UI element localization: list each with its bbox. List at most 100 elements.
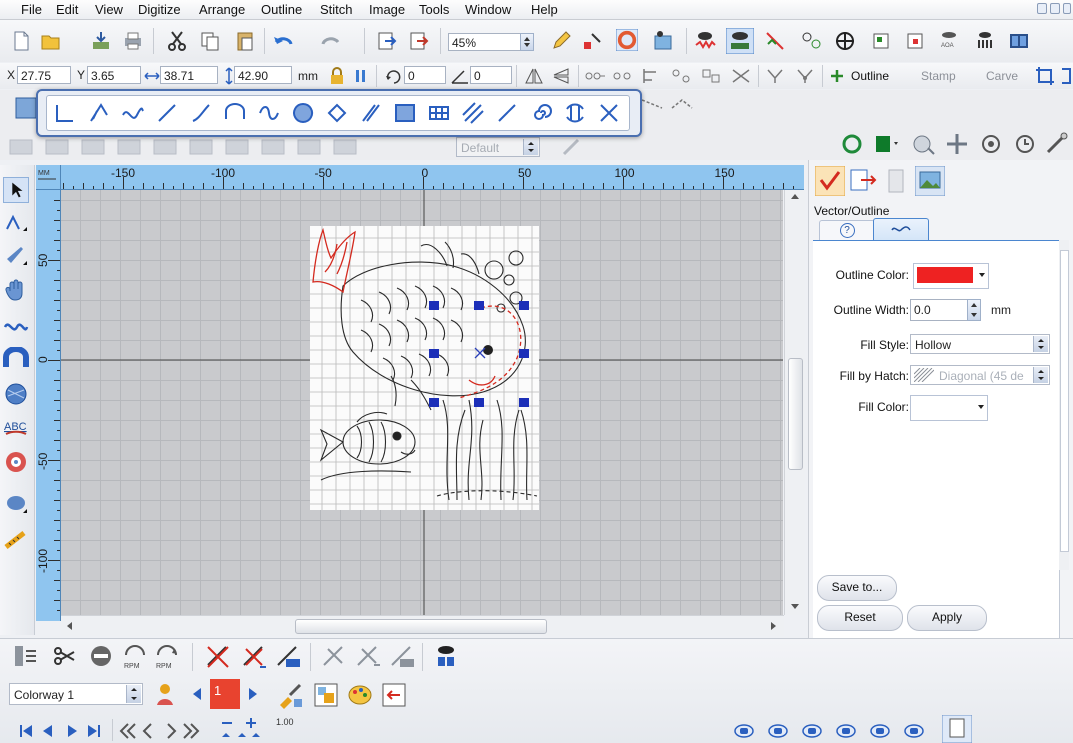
circle-shape-icon[interactable]	[840, 132, 864, 156]
frame-icon[interactable]	[870, 30, 892, 52]
branch-icon[interactable]	[764, 67, 786, 85]
hoop-icon[interactable]	[904, 30, 926, 52]
group-icon[interactable]	[584, 67, 606, 85]
magic-wand-icon[interactable]	[14, 96, 38, 120]
document-tab-icon[interactable]	[885, 168, 907, 194]
pencil-icon[interactable]	[550, 30, 572, 52]
select-arrow-icon[interactable]	[3, 177, 29, 203]
colorway-dropdown[interactable]: Colorway 1	[9, 683, 143, 705]
apply-button[interactable]: Apply	[907, 605, 987, 631]
panel-scroll-thumb[interactable]	[1060, 250, 1069, 552]
rpm-down-icon[interactable]: RPM	[122, 641, 148, 671]
mirror-horizontal-icon[interactable]	[524, 67, 544, 85]
horizontal-scrollbar[interactable]	[61, 615, 784, 636]
stitch-tool-icon[interactable]	[764, 30, 786, 52]
y-position-field[interactable]: 3.65	[87, 66, 141, 84]
wave-tool-icon[interactable]	[3, 313, 29, 339]
menu-image[interactable]: Image	[369, 2, 405, 17]
lock-icon[interactable]	[328, 66, 346, 86]
corner-icon[interactable]	[325, 101, 349, 125]
running-line-icon[interactable]	[189, 101, 213, 125]
split-stitch-icon[interactable]	[320, 643, 348, 671]
satin-path-icon[interactable]	[257, 101, 281, 125]
new-file-icon[interactable]	[10, 30, 32, 52]
design-canvas[interactable]	[61, 190, 783, 615]
object-navigation-icons[interactable]	[732, 721, 932, 741]
menu-help[interactable]: Help	[531, 2, 558, 17]
panel-scrollbar[interactable]	[1059, 240, 1069, 570]
spiral-icon[interactable]	[529, 101, 553, 125]
menu-file[interactable]: File	[21, 2, 42, 17]
view-sequence-icon[interactable]	[432, 643, 460, 671]
export-icon[interactable]	[408, 30, 430, 52]
color-sequence-icon[interactable]	[312, 681, 340, 709]
horizontal-scroll-thumb[interactable]	[295, 619, 547, 634]
save-to-button[interactable]: Save to...	[817, 575, 897, 601]
curve-icon[interactable]	[121, 101, 145, 125]
steps-icon[interactable]	[495, 101, 519, 125]
object-properties-tab-icon[interactable]	[849, 168, 877, 194]
trim-scissors-icon[interactable]	[52, 643, 78, 669]
crop-icon[interactable]	[1034, 65, 1056, 87]
pause-icon[interactable]	[354, 68, 368, 84]
fill-color-icon[interactable]	[872, 132, 902, 156]
next-color-icon[interactable]	[249, 688, 257, 700]
reshape-icon[interactable]	[3, 209, 29, 235]
paste-icon[interactable]	[234, 30, 256, 52]
restore-icon[interactable]	[1050, 3, 1060, 14]
undo-icon[interactable]	[272, 30, 294, 52]
shape-tool-icon[interactable]	[3, 491, 29, 517]
ruler-corner[interactable]: MM	[36, 165, 61, 190]
menu-view[interactable]: View	[95, 2, 123, 17]
playback-controls[interactable]	[16, 721, 116, 741]
menu-stitch[interactable]: Stitch	[320, 2, 353, 17]
knife-icon[interactable]	[3, 243, 29, 269]
fill-hatch-dropdown[interactable]: Diagonal (45 de	[910, 365, 1050, 385]
globe-tool-icon[interactable]	[910, 132, 938, 156]
remove-jumps-icon[interactable]	[240, 643, 268, 671]
outline-tab[interactable]	[873, 218, 929, 241]
prev-color-icon[interactable]	[193, 688, 201, 700]
column-icon[interactable]	[223, 101, 247, 125]
rotate-field[interactable]: 0	[404, 66, 446, 84]
rpm-up-icon[interactable]: RPM	[154, 641, 180, 671]
redo-icon[interactable]	[320, 30, 342, 52]
import-icon[interactable]	[90, 30, 112, 52]
pan-hand-icon[interactable]	[3, 277, 29, 303]
break-apart-icon[interactable]	[670, 67, 692, 85]
closed-line-icon[interactable]	[87, 101, 111, 125]
open-folder-icon[interactable]	[40, 30, 62, 52]
color-export-icon[interactable]	[380, 681, 408, 709]
column-tool-icon[interactable]	[3, 347, 29, 373]
window-layout-icon[interactable]	[1008, 30, 1030, 52]
straight-line-icon[interactable]	[155, 101, 179, 125]
scatter-icon[interactable]	[730, 67, 752, 85]
scroll-left-icon[interactable]	[67, 622, 72, 630]
text-abc-icon[interactable]: ABC	[3, 415, 29, 441]
crosshair-icon[interactable]	[834, 30, 856, 52]
color-brush-icon[interactable]	[276, 681, 304, 709]
complex-fill-icon[interactable]	[393, 101, 417, 125]
height-field[interactable]: 42.90	[234, 66, 292, 84]
target-icon[interactable]	[978, 132, 1004, 156]
hatch-icon[interactable]	[461, 101, 485, 125]
realistic-view-icon[interactable]	[726, 28, 754, 54]
send-to-machine-icon[interactable]	[376, 30, 398, 52]
checkmark-tab-icon[interactable]	[815, 166, 845, 196]
eye-view-icon[interactable]: AOA	[938, 28, 960, 50]
menu-window[interactable]: Window	[465, 2, 511, 17]
more-icon[interactable]	[1060, 65, 1072, 87]
stitch-edit-icon[interactable]	[388, 643, 416, 671]
photo-icon[interactable]	[652, 30, 674, 52]
style-dropdown[interactable]: Default	[456, 137, 540, 157]
zoom-field[interactable]: 45%	[448, 33, 526, 51]
align-nodes-icon[interactable]	[640, 67, 662, 85]
reset-button[interactable]: Reset	[817, 605, 903, 631]
mirror-vertical-icon[interactable]	[552, 67, 572, 85]
current-color-chip[interactable]: 1	[210, 679, 240, 709]
open-line-icon[interactable]	[53, 101, 77, 125]
measure-tool-icon[interactable]	[3, 527, 29, 553]
stitch-view-icon[interactable]	[694, 30, 716, 52]
outline-color-picker[interactable]	[913, 263, 989, 289]
merge-stitch-icon[interactable]	[354, 643, 382, 671]
